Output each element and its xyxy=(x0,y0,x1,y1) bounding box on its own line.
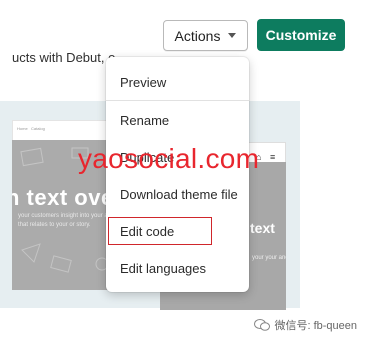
menu-item-download-theme-file[interactable]: Download theme file xyxy=(106,180,249,208)
menu-item-rename[interactable]: Rename xyxy=(106,106,249,134)
mobile-hero-body: your your and xyxy=(252,255,286,261)
actions-dropdown-button[interactable]: Actions xyxy=(163,20,248,51)
edit-code-highlight xyxy=(108,217,212,245)
menu-divider xyxy=(106,100,249,101)
caret-down-icon xyxy=(228,33,237,38)
menu-icon: ≡ xyxy=(270,152,276,162)
mobile-hero-heading: text xyxy=(250,220,275,236)
preview-nav-catalog: Catalog xyxy=(31,126,45,131)
wechat-id: 微信号: fb-queen xyxy=(254,317,357,333)
customize-button[interactable]: Customize xyxy=(257,19,345,51)
wechat-icon xyxy=(254,319,271,331)
menu-item-edit-languages[interactable]: Edit languages xyxy=(106,254,249,282)
watermark-text: yaosocial.com xyxy=(78,143,260,174)
theme-description-text: ucts with Debut, o xyxy=(12,50,116,65)
wechat-label: 微信号: fb-queen xyxy=(274,320,357,332)
actions-label: Actions xyxy=(174,27,221,44)
menu-item-preview[interactable]: Preview xyxy=(106,68,249,96)
preview-nav-home: Home xyxy=(17,126,28,131)
